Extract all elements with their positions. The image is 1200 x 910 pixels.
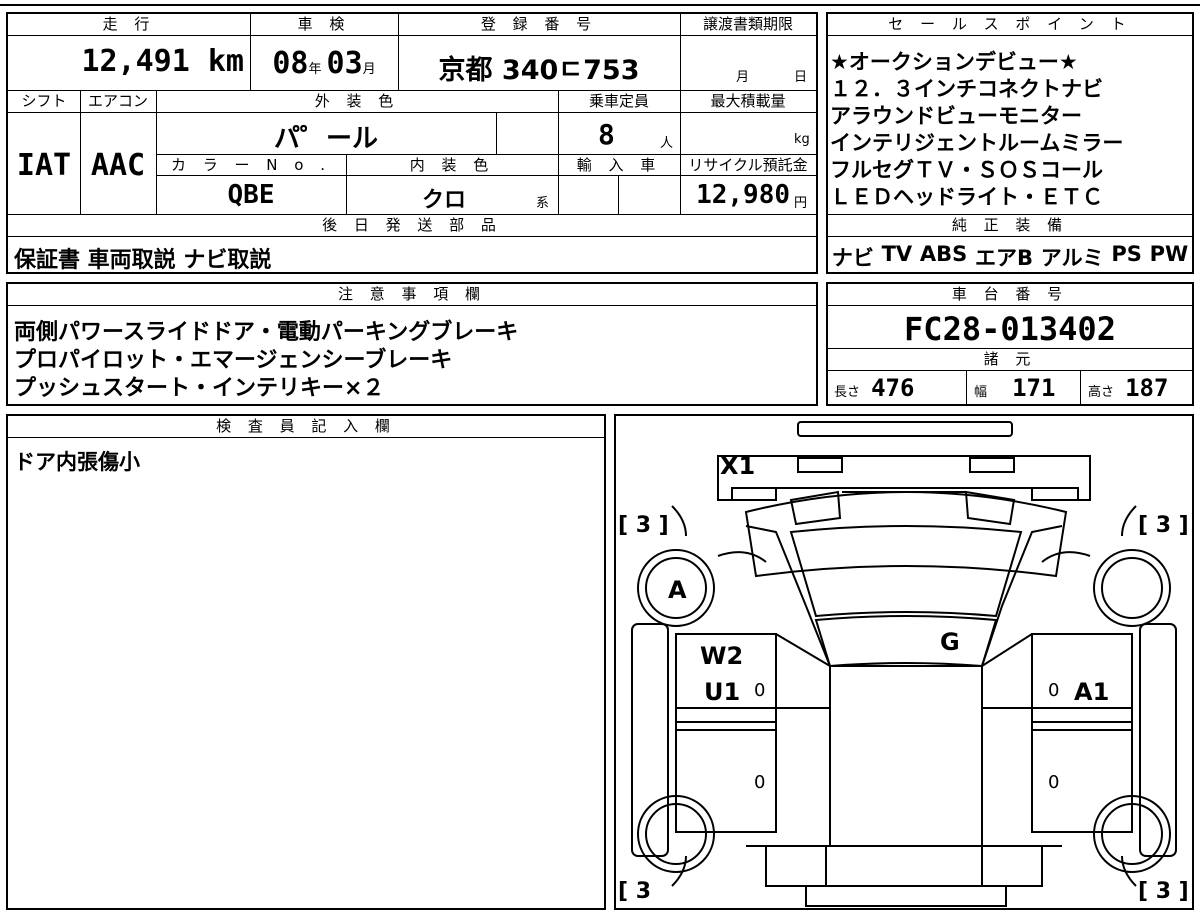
inspector-comment: ドア内張傷小	[14, 450, 140, 474]
inspection-month: 03	[326, 46, 363, 81]
tire-depth-rear-left: [ 3	[618, 879, 651, 904]
tire-depth-front-right: [ 3 ]	[1138, 513, 1189, 538]
color-no-header: カ ラ ー N o .	[156, 154, 346, 176]
registration-value: 京都 340ㄷ753	[438, 55, 640, 86]
equipment-header: 純 正 装 備	[828, 215, 1192, 237]
capacity-header: 乗車定員	[558, 91, 680, 113]
mark-a1: A1	[1074, 678, 1109, 706]
shift-value: IAT	[16, 148, 72, 183]
length-value: 476	[871, 374, 915, 402]
sales-point-line: ＬＥＤヘッドライト・ＥＴＣ	[830, 185, 1103, 209]
length-label: 長さ	[834, 385, 861, 400]
chassis-number: FC28-013402	[904, 310, 1116, 348]
equipment-item: TV	[881, 242, 913, 266]
aircon-header: エアコン	[80, 91, 156, 113]
equipment-item: エアB	[975, 246, 1034, 270]
interior-color-header: 内 装 色	[346, 154, 558, 176]
exterior-color-value: パ゜ール	[273, 124, 378, 154]
month-unit: 月	[362, 62, 376, 77]
mark-a: A	[668, 576, 687, 604]
sales-point-line: アラウンドビューモニター	[830, 104, 1082, 128]
load-unit: kg	[794, 132, 810, 147]
deadline-month-unit: 月	[736, 70, 750, 85]
year-unit: 年	[308, 62, 322, 77]
equipment-item: PW	[1149, 242, 1189, 266]
equipment-item: ナビ	[831, 246, 874, 270]
car-diagram-box: X1 A W2 U1 G A1 0 0 0 0 [ 3 ] [ 3 ] [ 3 …	[614, 414, 1194, 910]
sales-point-line: インテリジェントルームミラー	[830, 131, 1124, 155]
equipment-item: ABS	[919, 242, 968, 266]
aircon-value: AAC	[90, 148, 146, 183]
inspector-header: 検 査 員 記 入 欄	[8, 416, 604, 438]
exterior-color-header: 外 装 色	[156, 91, 558, 113]
width-label: 幅	[974, 385, 988, 400]
recycle-value: 12,980	[696, 180, 790, 210]
import-header: 輸 入 車	[558, 154, 680, 176]
later-parts-value: 保証書 車両取説 ナビ取説	[14, 248, 272, 273]
mark-x1: X1	[720, 452, 755, 480]
notes-header: 注 意 事 項 欄	[8, 284, 816, 306]
mileage-value: 12,491 km	[81, 44, 244, 79]
sales-point-line: ★オークションデビュー★	[830, 50, 1078, 74]
equipment-list: ナビ TV ABS エアB アルミ PS PW	[828, 242, 1192, 272]
notes-box: 注 意 事 項 欄 両側パワースライドドア・電動パーキングブレーキ プロパイロッ…	[6, 282, 818, 406]
inspection-year: 08	[272, 46, 309, 81]
interior-suffix: 系	[536, 196, 550, 211]
sales-point-line: フルセグＴＶ・ＳＯＳコール	[830, 158, 1103, 182]
width-value: 171	[1012, 374, 1056, 402]
height-spec: 高さ 187	[1088, 374, 1168, 402]
sales-points-header: セ ー ル ス ポ イ ン ト	[828, 14, 1192, 36]
tire-depth-rear-right: [ 3 ]	[1138, 879, 1189, 904]
interior-color-value: クロ	[421, 188, 466, 213]
recycle-fee-header: リサイクル預託金	[680, 154, 816, 176]
capacity-value: 8	[598, 118, 615, 151]
inspection-header: 車 検	[250, 14, 398, 36]
chassis-header: 車 台 番 号	[828, 284, 1192, 306]
equipment-item: PS	[1111, 242, 1142, 266]
mark-w2: W2	[700, 642, 743, 670]
recycle-unit: 円	[794, 196, 808, 211]
mark-u1: U1	[704, 678, 740, 706]
inspector-box: 検 査 員 記 入 欄 ドア内張傷小	[6, 414, 606, 910]
length-spec: 長さ 476	[834, 374, 914, 402]
color-no-value: QBE	[227, 180, 275, 210]
width-spec: 幅 171	[974, 374, 1055, 402]
height-value: 187	[1125, 374, 1169, 402]
height-label: 高さ	[1088, 385, 1115, 400]
inspection-value: 08年 03月	[250, 46, 398, 81]
sales-points-box: セ ー ル ス ポ イ ン ト ★オークションデビュー★ １２．３インチコネクト…	[826, 12, 1194, 274]
chassis-box: 車 台 番 号 FC28-013402 諸 元 長さ 476 幅 171 高さ …	[826, 282, 1194, 406]
max-load-header: 最大積載量	[680, 91, 816, 113]
zero-mark: 0	[754, 772, 765, 793]
transfer-deadline-header: 譲渡書類期限	[680, 14, 816, 36]
shift-header: シフト	[8, 91, 80, 113]
notes-line: プッシュスタート・インテリキー×２	[14, 376, 385, 401]
registration-header: 登 録 番 号	[398, 14, 680, 36]
mark-g: G	[940, 628, 960, 656]
vehicle-info-box: 走 行 車 検 登 録 番 号 譲渡書類期限 12,491 km 08年 03月…	[6, 12, 818, 274]
mileage-header: 走 行	[8, 14, 250, 36]
zero-mark: 0	[754, 680, 765, 701]
cut-top-border	[0, 0, 1200, 6]
zero-mark: 0	[1048, 680, 1059, 701]
tire-depth-front-left: [ 3 ]	[618, 513, 669, 538]
capacity-unit: 人	[660, 136, 674, 151]
zero-mark: 0	[1048, 772, 1059, 793]
later-parts-header: 後 日 発 送 部 品	[8, 215, 816, 237]
specs-header: 諸 元	[828, 349, 1192, 371]
deadline-day-unit: 日	[794, 70, 808, 85]
car-diagram: X1 A W2 U1 G A1 0 0 0 0 [ 3 ] [ 3 ] [ 3 …	[618, 421, 1189, 907]
sales-point-line: １２．３インチコネクトナビ	[830, 77, 1103, 101]
equipment-item: アルミ	[1040, 246, 1104, 270]
